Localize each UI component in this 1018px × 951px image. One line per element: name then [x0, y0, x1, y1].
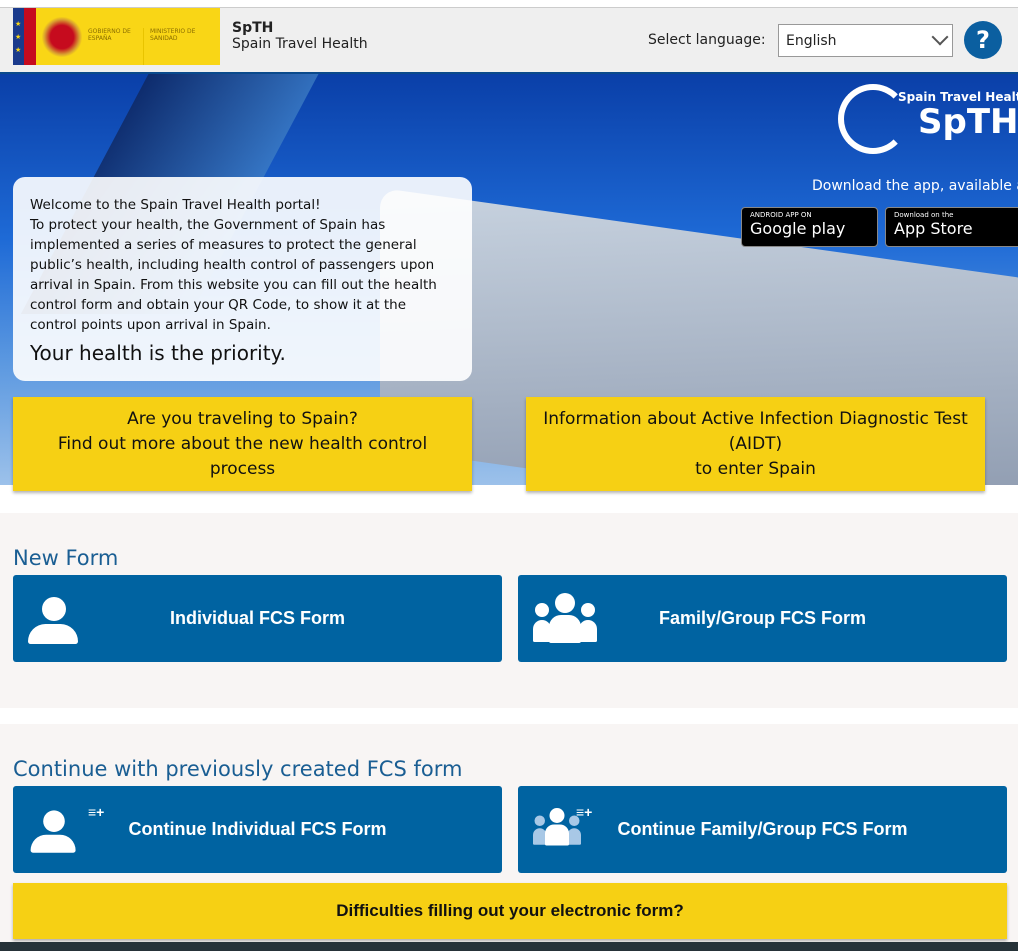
group-icon — [533, 593, 597, 643]
individual-form-label: Individual FCS Form — [169, 608, 345, 628]
government-logo[interactable]: ★ ★ ★ GOBIERNO DE ESPAÑA MINISTERIO DE SAN… — [13, 8, 220, 65]
continue-individual-label: Continue Individual FCS Form — [128, 819, 387, 839]
app-store-label: App Store — [894, 219, 973, 238]
google-play-button[interactable]: ANDROID APP ON Google play — [741, 207, 878, 247]
eu-flag-icon: ★ ★ ★ — [13, 8, 36, 65]
language-select[interactable]: English — [778, 24, 953, 57]
new-form-title: New Form — [13, 546, 119, 570]
footer — [0, 942, 1018, 951]
aidt-line1: Information about Active Infection Diagn… — [543, 409, 968, 454]
continue-group-button[interactable]: ≡+ Continue Family/Group FCS Form — [518, 786, 1007, 873]
gov-text: GOBIERNO DE ESPAÑA — [88, 28, 131, 42]
ministry-text: MINISTERIO DE SANIDAD — [143, 28, 198, 65]
welcome-title: Welcome to the Spain Travel Health porta… — [30, 197, 321, 213]
list-add-icon: ≡+ — [576, 804, 593, 820]
app-full-name: Spain Travel Health — [232, 36, 368, 52]
coat-of-arms-icon — [42, 16, 82, 58]
group-form-button[interactable]: Family/Group FCS Form — [518, 575, 1007, 662]
google-play-small: ANDROID APP ON — [750, 211, 812, 219]
app-store-small: Download on the — [894, 211, 954, 219]
download-text: Download the app, available at — [812, 178, 1018, 194]
google-play-label: Google play — [750, 219, 846, 238]
language-value: English — [786, 33, 837, 49]
welcome-body: To protect your health, the Government o… — [30, 217, 437, 333]
person-icon — [28, 597, 80, 645]
header: ★ ★ ★ GOBIERNO DE ESPAÑA MINISTERIO DE SAN… — [0, 8, 1018, 74]
aidt-line2: to enter Spain — [695, 459, 816, 479]
language-label: Select language: — [648, 32, 766, 48]
app-title: SpTH Spain Travel Health — [232, 20, 368, 52]
person-list-icon — [30, 810, 78, 853]
group-list-icon — [533, 808, 581, 846]
continue-group-label: Continue Family/Group FCS Form — [617, 819, 908, 839]
app-store-button[interactable]: Download on the App Store — [885, 207, 1018, 247]
welcome-card: Welcome to the Spain Travel Health porta… — [13, 177, 472, 381]
continue-form-title: Continue with previously created FCS for… — [13, 757, 463, 781]
individual-form-button[interactable]: Individual FCS Form — [13, 575, 502, 662]
top-strip — [0, 0, 1018, 8]
priority-text: Your health is the priority. — [30, 341, 286, 365]
new-form-section: New Form Individual FCS Form Family/Grou… — [0, 513, 1018, 708]
help-button[interactable]: ? — [964, 21, 1002, 59]
app-short-name: SpTH — [232, 20, 274, 36]
traveling-line1: Are you traveling to Spain? — [127, 409, 358, 429]
chevron-down-icon — [931, 28, 949, 46]
aidt-info-button[interactable]: Information about Active Infection Diagn… — [526, 397, 985, 491]
list-add-icon: ≡+ — [88, 804, 105, 820]
traveling-line2: Find out more about the new health contr… — [57, 434, 428, 479]
difficulties-button[interactable]: Difficulties filling out your electronic… — [13, 883, 1007, 939]
continue-individual-button[interactable]: ≡+ Continue Individual FCS Form — [13, 786, 502, 873]
traveling-info-button[interactable]: Are you traveling to Spain? Find out more… — [13, 397, 472, 491]
